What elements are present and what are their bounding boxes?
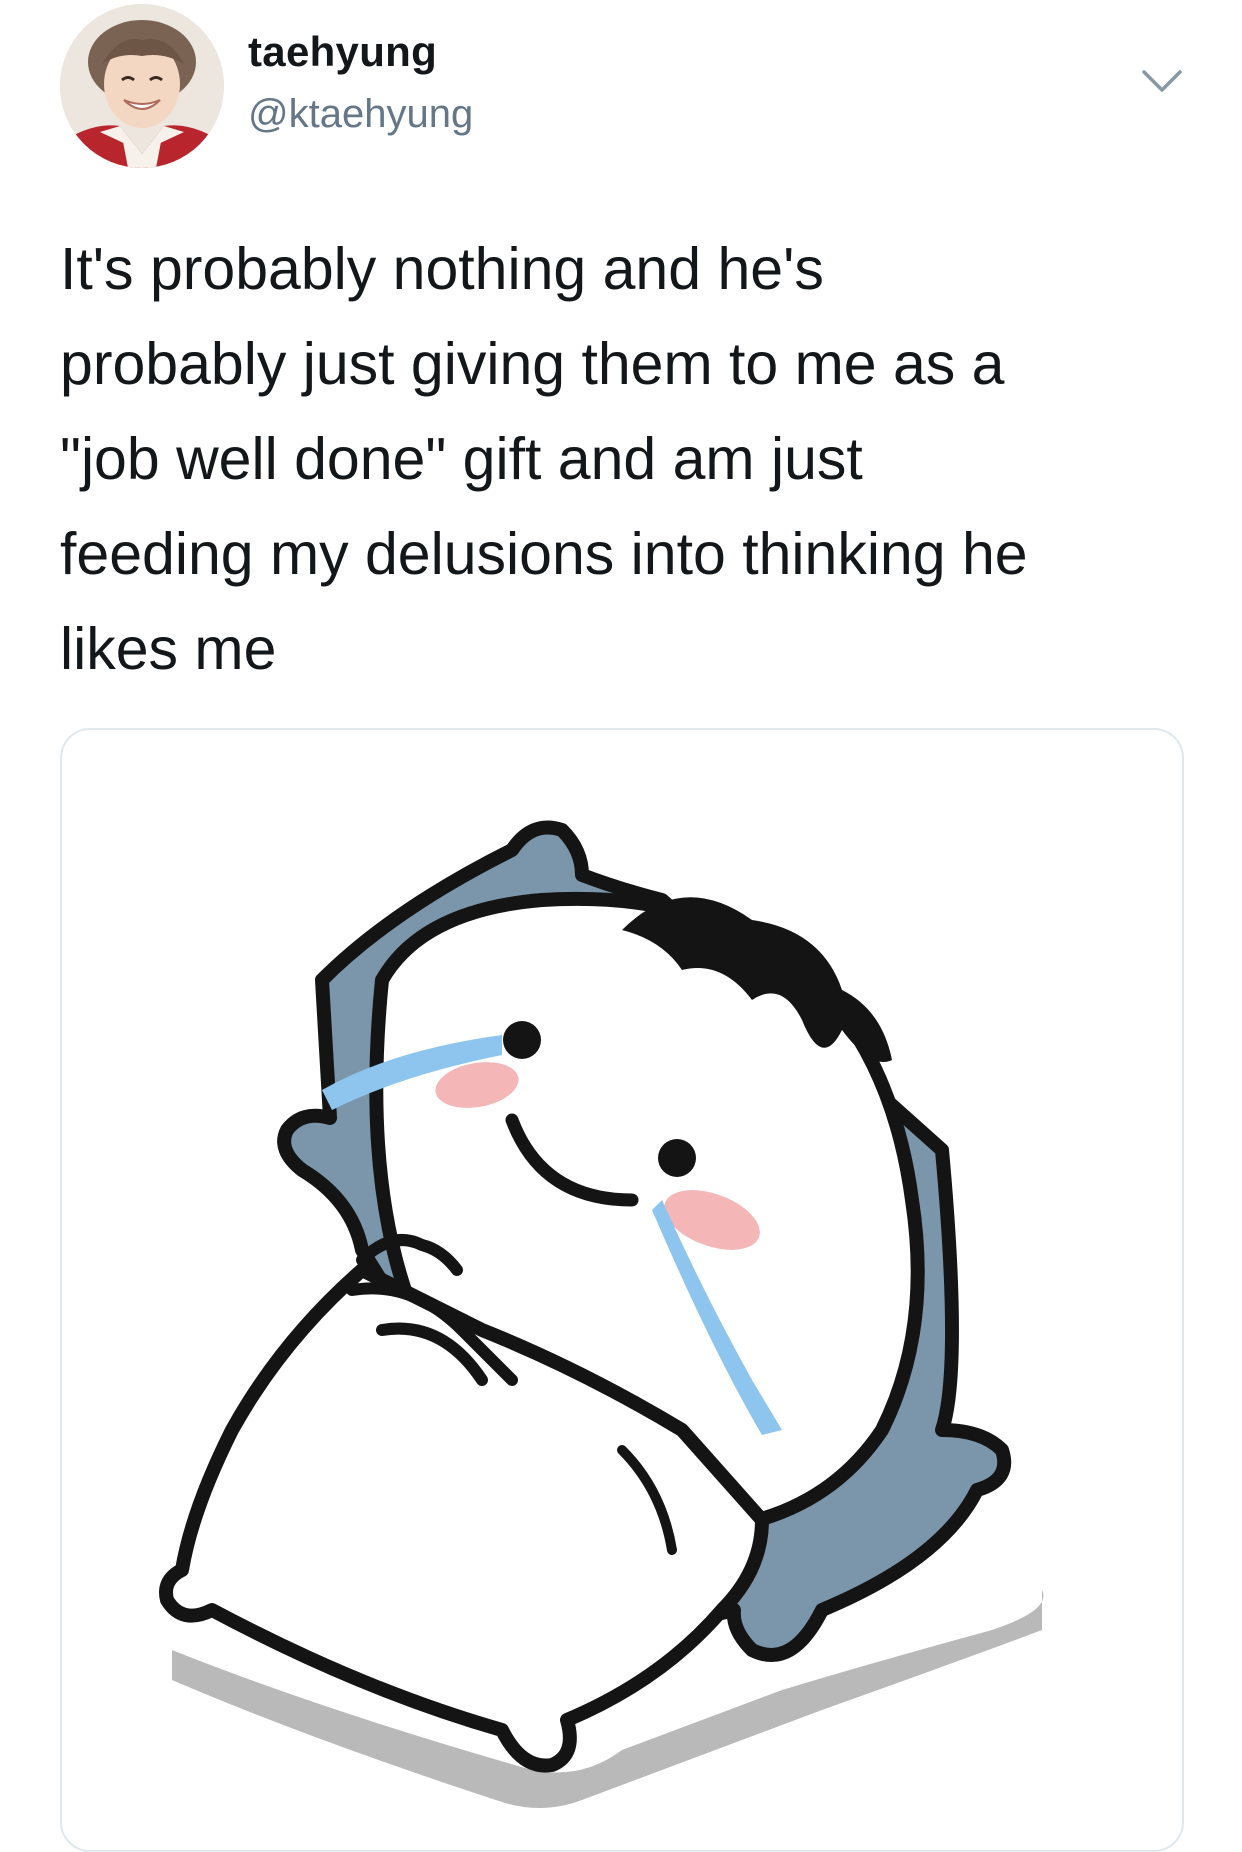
- chevron-down-icon[interactable]: [1140, 66, 1184, 96]
- tweet-media[interactable]: [60, 728, 1184, 1852]
- tweet-text: It's probably nothing and he's probably …: [60, 236, 1028, 682]
- crying-cartoon-pillow-illustration: [159, 820, 1044, 1809]
- author-name[interactable]: taehyung: [248, 28, 437, 76]
- author-handle[interactable]: @ktaehyung: [248, 92, 473, 137]
- avatar[interactable]: [60, 4, 224, 168]
- tweet: taehyung @ktaehyung It's probably nothin…: [0, 0, 1242, 1852]
- avatar-photo: [60, 4, 224, 168]
